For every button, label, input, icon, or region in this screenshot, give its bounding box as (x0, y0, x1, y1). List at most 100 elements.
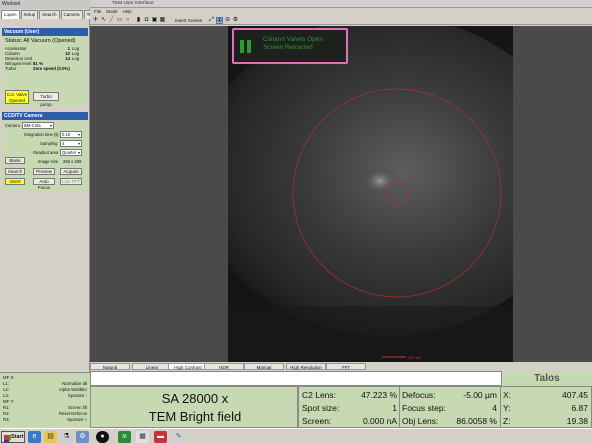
filter-linear[interactable]: Linear (132, 363, 172, 370)
workset-title: Workset (0, 0, 90, 9)
readout-select[interactable]: Quarter (60, 149, 82, 156)
tab-lopen[interactable]: Lopen (1, 10, 20, 19)
screen-label: Screen: (302, 416, 332, 426)
menu-mode[interactable]: Mode (106, 8, 117, 16)
filter-natural[interactable]: Natural (90, 363, 130, 370)
circle-app-icon[interactable]: ● (96, 431, 109, 443)
notice-line-1: Column Valves Open (263, 36, 323, 43)
optics-status: SA 28000 x TEM Bright field (90, 386, 298, 428)
vacuum-panel: Status: All Vacuum (Opened) Accelerator 1… (2, 36, 88, 107)
filter-bar: Natural Linear High Contrast HDR Manual … (90, 362, 592, 371)
insert-button[interactable]: Insert (5, 178, 25, 185)
red-app-icon[interactable]: ▬ (154, 431, 167, 443)
tab-setup[interactable]: Setup (20, 10, 39, 19)
insert-screen-label[interactable]: Insert Screen (175, 17, 202, 24)
integration-input[interactable]: 0.15 (60, 131, 82, 138)
green-app-icon[interactable]: M (118, 431, 131, 443)
window-app-icon[interactable]: ▦ (136, 431, 149, 443)
readout-label: Readout area (33, 150, 59, 155)
settings-icon[interactable]: ⚙ (232, 17, 239, 24)
vacuum-header[interactable]: Vacuum (User) (2, 28, 88, 36)
pause-icon (240, 40, 254, 58)
tool-app-icon[interactable]: ✎ (172, 431, 185, 443)
magnification: SA 28000 x (161, 391, 229, 406)
vacuum-status: Status: All Vacuum (Opened) (5, 38, 76, 44)
scale-bar-label: 200 nm (408, 355, 422, 360)
workset-panel: Workset Lopen Setup Search Camera TL Vac… (0, 0, 95, 428)
acquire-button[interactable]: Acquire (60, 168, 82, 175)
cross-icon[interactable]: ✛ (92, 17, 99, 24)
filter-hdr[interactable]: HDR (204, 363, 244, 370)
defocus-value: -5.00 µm (463, 390, 497, 400)
c2-lens-label: C2 Lens: (302, 390, 337, 400)
preview-button[interactable]: Preview (33, 168, 55, 175)
blank-button[interactable]: Blank (5, 157, 25, 164)
fkey-row: R3: Spotsize + (3, 417, 87, 422)
filter-manual[interactable]: Manual (244, 363, 284, 370)
search-button[interactable]: Search (5, 168, 25, 175)
stage-z-label: Z: (503, 416, 511, 426)
stage-y-label: Y: (503, 403, 511, 413)
toolbar: ✛ ↖ ╱ ▭ ○ ▮ ◘ ▣ ▦ Insert Screen ⤢ ⊕ ⊖ ⚙ (90, 16, 592, 25)
image-viewer: 200 nm Column Valves Open Screen Retract… (90, 26, 592, 362)
start-button[interactable]: Start (1, 431, 25, 443)
save-icon[interactable]: ▣ (151, 17, 158, 24)
focus-step-value: 4 (492, 403, 497, 413)
menu-help[interactable]: Help (123, 8, 132, 16)
line-icon[interactable]: ╱ (108, 17, 115, 24)
spot-size-label: Spot size: (302, 403, 340, 413)
folder-icon[interactable]: ▤ (44, 431, 57, 443)
live-tem-image[interactable]: 200 nm (228, 26, 513, 362)
zoom-in-icon[interactable]: ⊕ (216, 17, 223, 24)
live-fft-button[interactable]: Live FFT (60, 178, 82, 185)
camera-header[interactable]: CCD/TV Camera (2, 112, 88, 120)
col-valve-button[interactable]: Col. Valve Opened (5, 90, 29, 104)
camera-panel: Camera BM-Ceta Integration time [s] 0.15… (2, 121, 88, 191)
filter-fft[interactable]: FFT (326, 363, 366, 370)
ellipse-icon[interactable]: ○ (124, 17, 131, 24)
pause-icon[interactable]: ▮ (135, 17, 142, 24)
divider (399, 387, 400, 429)
function-key-panel: MF X: L1: Normalize all L2: Alpha Wobbler … (0, 372, 90, 428)
grid-icon[interactable]: ▦ (159, 17, 166, 24)
zoom-fit-icon[interactable]: ⤢ (208, 17, 215, 24)
menu-file[interactable]: File (94, 8, 101, 16)
turbo-pump-button[interactable]: Turbo pump (33, 92, 59, 107)
integration-label: Integration time [s] (24, 132, 59, 137)
readout-panel: C2 Lens: 47.223 % Spot size: 1 Screen: 0… (298, 386, 592, 429)
rectangle-icon[interactable]: ▭ (116, 17, 123, 24)
settings-icon[interactable]: ⚙ (76, 431, 89, 443)
camera-icon[interactable]: ◘ (143, 17, 150, 24)
imaging-mode: TEM Bright field (148, 409, 242, 424)
tab-camera[interactable]: Camera (60, 10, 83, 19)
image-size-value: 256 x 256 (63, 159, 82, 164)
stage-z-value: 19.38 (566, 416, 588, 426)
c2-lens-value: 47.223 % (361, 390, 397, 400)
workset-tabs: Lopen Setup Search Camera TL (1, 10, 96, 19)
camera-label: Camera (5, 123, 20, 128)
browser-icon[interactable]: e (28, 431, 41, 443)
tem-user-interface: TEM User Interface File Mode Help ✛ ↖ ╱ … (90, 0, 592, 429)
message-strip (90, 371, 502, 386)
image-size-label: Image size (38, 159, 59, 164)
autofocus-button[interactable]: Auto Focus (33, 178, 55, 190)
sampling-select[interactable]: 4 (60, 140, 82, 147)
zoom-out-icon[interactable]: ⊖ (224, 17, 231, 24)
defocus-label: Defocus: (402, 390, 436, 400)
arrow-icon[interactable]: ↖ (100, 17, 107, 24)
vacuum-row-turbo: Turbo Zero speed (0.0%) (5, 66, 70, 71)
spot-size-value: 1 (392, 403, 397, 413)
stage-x-label: X: (503, 390, 512, 400)
filter-high-resolution[interactable]: High Resolution (286, 363, 326, 370)
stage-y-value: 6.87 (571, 403, 588, 413)
obj-lens-value: 86.0058 % (456, 416, 497, 426)
tem-image-graphic (228, 26, 513, 362)
filter-high-contrast[interactable]: High Contrast (168, 363, 208, 370)
screen-value: 0.000 nA (362, 416, 397, 426)
sampling-label: Sampling (40, 141, 58, 146)
camera-select[interactable]: BM-Ceta (22, 122, 54, 129)
microscope-icon[interactable]: ⚗ (60, 431, 73, 443)
tab-search[interactable]: Search (39, 10, 60, 19)
divider (500, 387, 501, 429)
obj-lens-label: Obj Lens: (402, 416, 439, 426)
